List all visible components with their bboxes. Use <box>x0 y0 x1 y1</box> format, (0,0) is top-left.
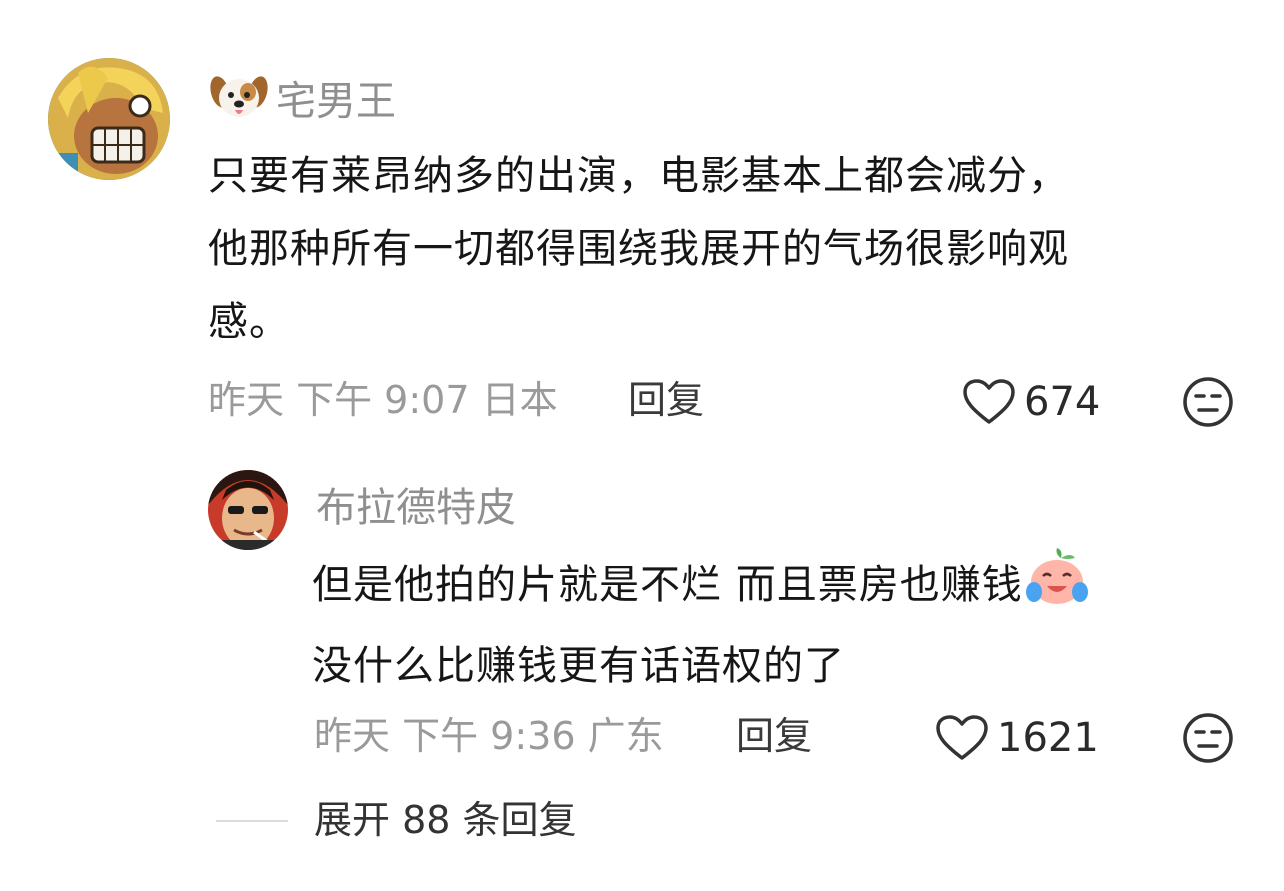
crying-laughing-peach-emoji-icon <box>1025 546 1089 630</box>
avatar-image <box>208 470 288 550</box>
like-button[interactable]: 674 <box>962 376 1100 428</box>
username-text: 宅男王 <box>276 78 396 125</box>
avatar[interactable] <box>208 470 288 550</box>
like-count: 1621 <box>997 715 1099 761</box>
heart-icon <box>963 379 1015 424</box>
like-count: 674 <box>1024 379 1101 425</box>
dislike-button[interactable] <box>1182 712 1234 764</box>
expand-divider <box>216 820 288 822</box>
comment-line: 没什么比赚钱更有话语权的了 <box>312 643 845 689</box>
comment-meta: 昨天 下午 9:36 广东 <box>314 714 664 758</box>
reply-button[interactable]: 回复 <box>736 712 812 760</box>
comment-meta: 昨天 下午 9:07 日本 <box>208 378 558 422</box>
expand-replies-button[interactable]: 展开 88 条回复 <box>314 796 577 844</box>
like-button[interactable]: 1621 <box>935 712 1099 764</box>
username[interactable]: 宅男王 <box>210 72 396 135</box>
dog-face-emoji-icon <box>210 72 268 135</box>
username-text: 布拉德特皮 <box>316 485 516 531</box>
unamused-face-icon <box>1183 713 1233 763</box>
comment-line: 感。 <box>208 299 290 345</box>
unamused-face-icon <box>1183 377 1233 427</box>
dislike-button[interactable] <box>1182 376 1234 428</box>
avatar-image <box>48 58 170 180</box>
reply-button[interactable]: 回复 <box>628 376 704 424</box>
username[interactable]: 布拉德特皮 <box>316 484 516 532</box>
comment-text: 但是他拍的片就是不烂 而且票房也赚钱 没什么比赚钱更有话语权的了 <box>312 546 1252 703</box>
comment-line: 但是他拍的片就是不烂 而且票房也赚钱 <box>312 546 1252 630</box>
comment-text: 只要有莱昂纳多的出演，电影基本上都会减分， 他那种所有一切都得围绕我展开的气场很… <box>208 140 1248 359</box>
comment-line: 他那种所有一切都得围绕我展开的气场很影响观 <box>208 226 1069 272</box>
comment-line-text: 但是他拍的片就是不烂 而且票房也赚钱 <box>312 562 1023 608</box>
avatar[interactable] <box>48 58 170 180</box>
heart-icon <box>936 715 988 760</box>
comment-line: 只要有莱昂纳多的出演，电影基本上都会减分， <box>208 153 1069 199</box>
